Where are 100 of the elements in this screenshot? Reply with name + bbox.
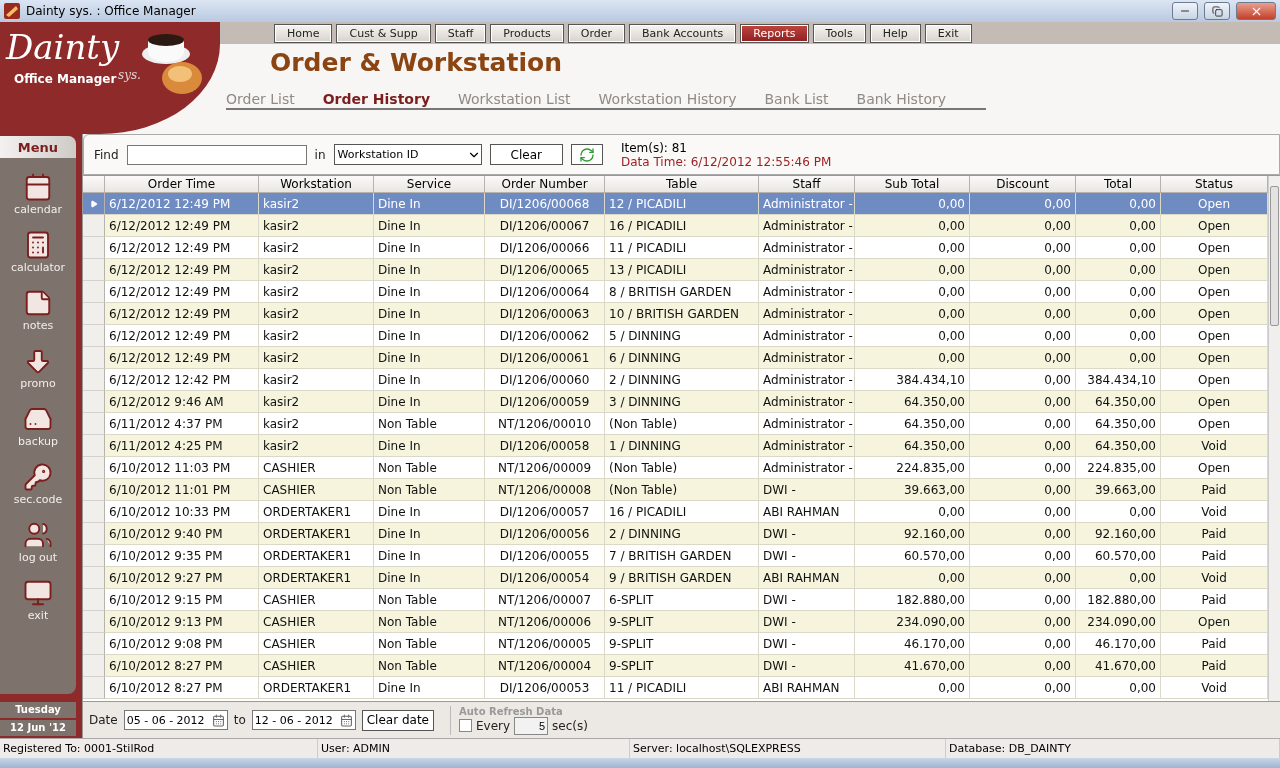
row-selector[interactable] [83,633,105,655]
refresh-button[interactable] [570,144,603,165]
brand-suffix: sys. [118,68,141,82]
sidebar-item[interactable]: log out [18,551,58,564]
nav-button[interactable]: Reports [740,23,809,43]
row-selector[interactable] [83,391,105,413]
tab[interactable]: Order History [322,91,430,107]
restore-button[interactable] [1204,2,1230,20]
column-header[interactable]: Order Number [485,176,605,193]
nav-button[interactable]: Bank Accounts [629,23,737,43]
table-cell: 2 / DINNING [605,523,759,545]
table-cell: 60.570,00 [1076,545,1161,567]
menu-title: Menu [0,136,76,158]
search-column-dropdown[interactable]: Workstation ID [333,144,482,165]
row-selector[interactable] [83,237,105,259]
row-selector[interactable] [83,655,105,677]
row-selector[interactable] [83,457,105,479]
table-cell: 0,00 [970,237,1076,259]
interval-field[interactable]: 5 [514,716,549,735]
nav-button[interactable]: Cust & Supp [336,23,431,43]
nav-button[interactable]: Exit [924,23,972,43]
nav-button[interactable]: Order [567,23,626,43]
calendar-icon[interactable] [211,713,225,727]
table-cell: 39.663,00 [855,479,970,501]
app-icon [4,3,20,19]
nav-button[interactable]: Help [869,23,921,43]
row-selector[interactable] [83,677,105,699]
nav-button[interactable]: Products [490,23,564,43]
column-header[interactable]: Order Time [105,176,259,193]
row-selector[interactable] [83,567,105,589]
find-field[interactable] [126,144,307,165]
table-cell: 0,00 [970,655,1076,677]
column-header[interactable]: Service [374,176,485,193]
monitor-icon[interactable] [23,578,53,608]
row-selector[interactable] [83,259,105,281]
row-selector[interactable] [83,347,105,369]
clear-button[interactable]: Clear [489,144,563,165]
row-selector[interactable] [83,193,105,215]
nav-button[interactable]: Home [274,23,333,43]
table-cell: 6/10/2012 8:27 PM [105,677,259,699]
sticky-note-icon[interactable] [23,288,53,318]
key-icon[interactable] [23,462,53,492]
sidebar-item[interactable]: sec.code [13,493,63,506]
column-header[interactable]: Status [1161,176,1268,193]
row-selector[interactable] [83,281,105,303]
column-header[interactable]: Sub Total [855,176,970,193]
table-cell: Dine In [374,567,485,589]
to-date-field[interactable]: 12 - 06 - 2012 [251,710,356,730]
scrollbar[interactable] [1268,176,1280,701]
table-cell: Void [1161,501,1268,523]
table-cell: kasir2 [259,369,374,391]
table-cell: 92.160,00 [855,523,970,545]
column-header[interactable]: Discount [970,176,1076,193]
sidebar-item[interactable]: calculator [10,261,66,274]
from-date-field[interactable]: 05 - 06 - 2012 [123,710,228,730]
table-cell: 0,00 [970,325,1076,347]
clear-date-button[interactable]: Clear date [361,709,434,731]
table-cell: Open [1161,347,1268,369]
calendar-icon[interactable] [23,172,53,202]
table-cell: Dine In [374,523,485,545]
row-selector[interactable] [83,303,105,325]
table-cell: 0,00 [855,303,970,325]
row-selector[interactable] [83,589,105,611]
column-header[interactable]: Table [605,176,759,193]
nav-button[interactable]: Staff [434,23,487,43]
row-selector[interactable] [83,435,105,457]
calendar-icon[interactable] [339,713,353,727]
column-header[interactable]: Workstation [259,176,374,193]
sidebar-item[interactable]: calendar [14,203,62,216]
row-selector[interactable] [83,611,105,633]
weekday-label: Tuesday [0,702,76,718]
table-cell: Open [1161,611,1268,633]
minimize-button[interactable] [1172,2,1198,20]
row-selector[interactable] [83,215,105,237]
column-header[interactable]: Staff [759,176,855,193]
table-cell: Non Table [374,589,485,611]
table-cell: 0,00 [1076,567,1161,589]
row-selector[interactable] [83,523,105,545]
table-cell: 13 / PICADILI [605,259,759,281]
sidebar-item[interactable]: promo [20,377,56,390]
row-selector[interactable] [83,479,105,501]
sidebar-item[interactable]: exit [27,609,49,622]
row-selector[interactable] [83,501,105,523]
nav-button[interactable]: Tools [812,23,866,43]
row-selector[interactable] [83,369,105,391]
brand-subtitle: Office Manager [14,72,117,86]
table-cell: DI/1206/00058 [485,435,605,457]
sidebar-item[interactable]: backup [18,435,58,448]
row-selector[interactable] [83,545,105,567]
table-cell: kasir2 [259,193,374,215]
table-cell: Dine In [374,435,485,457]
people-icon[interactable] [23,520,53,550]
auto-refresh-checkbox[interactable] [459,719,472,732]
close-button[interactable] [1236,2,1276,20]
column-header[interactable]: Total [1076,176,1161,193]
sidebar-item[interactable]: notes [22,319,54,332]
row-selector[interactable] [83,325,105,347]
table-cell: 0,00 [970,259,1076,281]
table-cell: 1 / DINNING [605,435,759,457]
row-selector[interactable] [83,413,105,435]
